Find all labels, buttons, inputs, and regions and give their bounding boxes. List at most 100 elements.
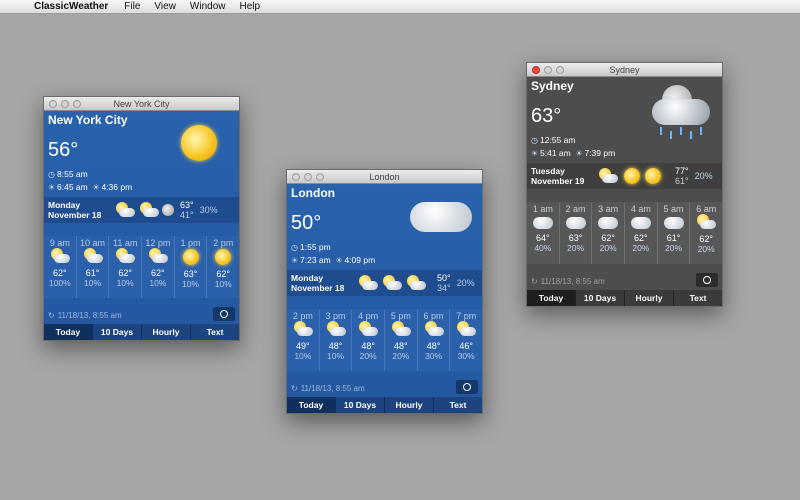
hour-temp: 62°: [699, 234, 713, 244]
partly-cloudy-icon: [49, 248, 71, 264]
day-date: November 18: [48, 210, 102, 220]
hour-column: 1 am 64° 40%: [527, 202, 559, 264]
hour-precip: 20%: [665, 243, 683, 253]
hour-column: 7 pm 46° 30%: [449, 309, 482, 371]
tab-10-days[interactable]: 10 Days: [92, 324, 141, 340]
day-date: November 19: [531, 176, 585, 186]
hour-label: 2 am: [565, 204, 586, 214]
tab-text[interactable]: Text: [673, 290, 722, 306]
cloudy-icon: [663, 217, 684, 229]
hour-precip: 10%: [84, 278, 102, 288]
hour-precip: 20%: [697, 244, 715, 254]
hour-temp: 48°: [361, 341, 375, 351]
sun-icon: [181, 125, 217, 166]
menu-help[interactable]: Help: [240, 1, 261, 12]
zoom-button[interactable]: [316, 172, 324, 181]
hour-label: 2 pm: [213, 238, 234, 248]
sunset-time: 4:36 pm: [101, 182, 133, 192]
tab-hourly[interactable]: Hourly: [141, 324, 190, 340]
updated-time: 11/18/13, 8:55 am: [57, 311, 122, 320]
refresh-icon: [463, 383, 471, 391]
tab-hourly[interactable]: Hourly: [624, 290, 673, 306]
tab-today[interactable]: Today: [44, 324, 92, 340]
refresh-button[interactable]: [456, 380, 478, 394]
hour-precip: 10%: [149, 278, 167, 288]
hour-temp: 48°: [328, 341, 343, 351]
local-time-row: ◷ 8:55 am: [48, 168, 239, 181]
updated-time: 11/18/13, 8:55 am: [300, 384, 365, 393]
menu-file[interactable]: File: [124, 1, 140, 12]
hour-column: 5 pm 48° 20%: [384, 309, 417, 371]
window-london: London London 50° ◷ 1:55 pm ☀ 7:23 am ☀ 4:0…: [286, 169, 483, 414]
hour-column: 2 am 63° 20%: [558, 202, 592, 264]
refresh-button[interactable]: [213, 307, 235, 321]
hourly-strip: 1 am 64° 40% 2 am 63° 20% 3 am 62° 20% 4 am 62°…: [527, 202, 722, 264]
hour-label: 5 pm: [390, 311, 411, 321]
tab-bar: Today 10 Days Hourly Text: [527, 290, 722, 306]
clock-icon: ◷: [291, 243, 298, 252]
refresh-button[interactable]: [696, 273, 718, 287]
close-button[interactable]: [292, 172, 300, 181]
partly-cloudy-icon: [147, 248, 169, 264]
zoom-button[interactable]: [556, 65, 564, 74]
tab-10-days[interactable]: 10 Days: [335, 397, 384, 413]
tab-hourly[interactable]: Hourly: [384, 397, 433, 413]
close-button[interactable]: [49, 99, 57, 108]
hour-precip: 10%: [294, 351, 312, 361]
tab-10-days[interactable]: 10 Days: [575, 290, 624, 306]
day-high: 50°: [437, 273, 451, 283]
last-updated: ↻ 11/18/13, 8:55 am: [291, 384, 365, 393]
title-bar[interactable]: Sydney: [527, 63, 722, 77]
hour-column: 3 pm 48° 10%: [318, 309, 352, 371]
hour-column: 12 pm 62° 10%: [141, 236, 174, 298]
partly-cloudy-icon: [357, 275, 379, 291]
menu-view[interactable]: View: [154, 1, 176, 12]
minimize-button[interactable]: [304, 172, 312, 181]
partly-cloudy-icon: [390, 321, 412, 337]
title-bar[interactable]: London: [287, 170, 482, 184]
hour-column: 4 am 62° 20%: [624, 202, 657, 264]
tab-text[interactable]: Text: [433, 397, 482, 413]
tab-bar: Today 10 Days Hourly Text: [287, 397, 482, 413]
tab-today[interactable]: Today: [527, 290, 575, 306]
sun-times-row: ☀ 7:23 am ☀ 4:09 pm: [291, 254, 482, 267]
hour-label: 4 am: [630, 204, 651, 214]
refresh-status-icon: ↻: [531, 277, 538, 286]
sunrise-icon: ☀: [531, 149, 539, 158]
title-bar[interactable]: New York City: [44, 97, 239, 111]
partly-cloudy-icon: [597, 168, 619, 184]
cloudy-icon: [532, 217, 553, 229]
hour-label: 10 am: [80, 238, 106, 248]
hour-column: 11 am 62° 10%: [108, 236, 141, 298]
hour-column: 5 am 61° 20%: [656, 202, 690, 264]
hour-label: 7 pm: [456, 311, 477, 321]
clock-icon: ◷: [48, 170, 55, 179]
hour-precip: 30%: [457, 351, 475, 361]
tab-text[interactable]: Text: [190, 324, 239, 340]
precip-chance: 20%: [456, 278, 475, 288]
hour-precip: 40%: [534, 243, 552, 253]
minimize-button[interactable]: [61, 99, 69, 108]
sunrise-time: 6:45 am: [57, 182, 88, 192]
hour-temp: 49°: [296, 341, 310, 351]
partly-cloudy-icon: [114, 202, 136, 218]
zoom-button[interactable]: [73, 99, 81, 108]
hour-label: 4 pm: [358, 311, 379, 321]
partly-cloudy-icon: [82, 248, 104, 264]
close-button[interactable]: [532, 65, 540, 74]
last-updated: ↻ 11/18/13, 8:55 am: [531, 277, 605, 286]
hour-column: 9 am 62° 100%: [44, 236, 76, 298]
minimize-button[interactable]: [544, 65, 552, 74]
sunset-time: 7:39 pm: [584, 148, 616, 158]
local-time-row: ◷ 1:55 pm: [291, 241, 482, 254]
precip-chance: 30%: [199, 205, 218, 215]
tab-today[interactable]: Today: [287, 397, 335, 413]
menu-window[interactable]: Window: [190, 1, 226, 12]
app-menu[interactable]: ClassicWeather: [34, 1, 108, 12]
hour-label: 6 pm: [423, 311, 444, 321]
hour-temp: 62°: [151, 268, 165, 278]
hour-column: 3 am 62° 20%: [591, 202, 624, 264]
hour-label: 5 am: [663, 204, 684, 214]
partly-cloudy-icon: [114, 248, 136, 264]
hour-precip: 20%: [599, 243, 617, 253]
